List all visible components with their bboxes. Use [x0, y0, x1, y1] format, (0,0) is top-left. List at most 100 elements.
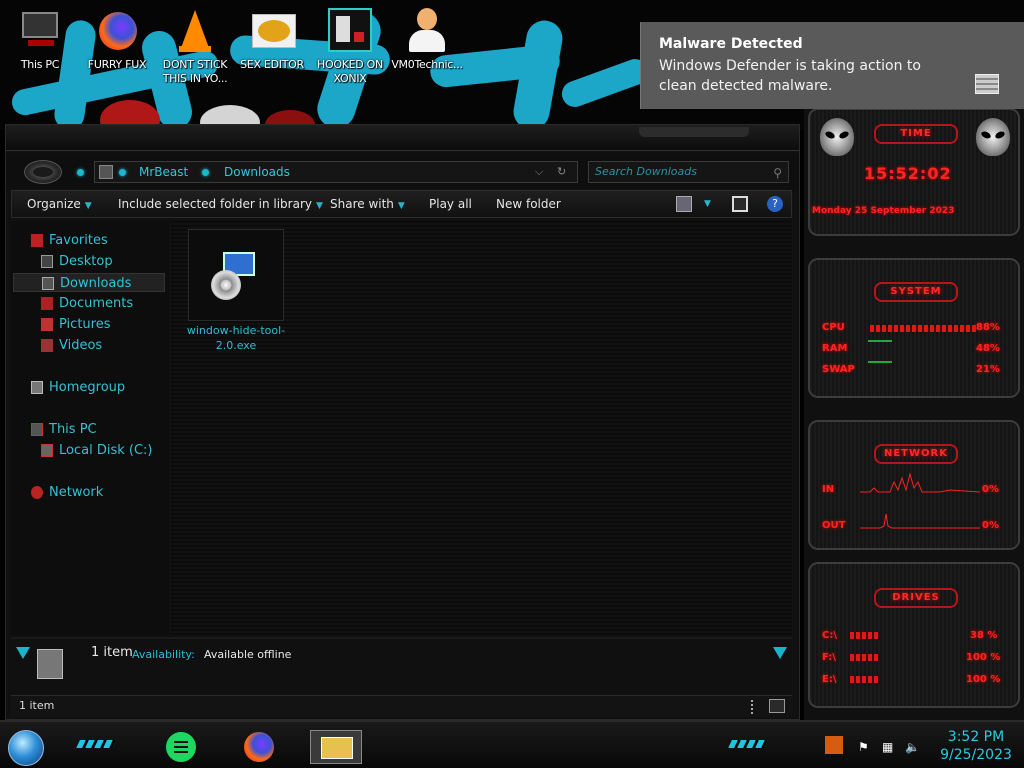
nav-local-disk[interactable]: Local Disk (C:): [11, 441, 163, 460]
desktop: This PC FURRY FUX DONT STICK THIS IN YO.…: [0, 0, 1024, 768]
large-icons-view-icon[interactable]: [769, 699, 785, 713]
share-with-button[interactable]: Share with ▼: [330, 197, 405, 211]
vlc-icon: [171, 6, 219, 54]
malware-notification-toast[interactable]: Malware Detected Windows Defender is tak…: [640, 22, 1024, 109]
window-title-bar[interactable]: [6, 125, 799, 151]
address-dropdown-icon[interactable]: ⌵: [535, 162, 543, 182]
help-icon[interactable]: ?: [767, 196, 783, 212]
ram-value: 48%: [976, 343, 1000, 354]
ram-label: RAM: [822, 343, 848, 354]
network-tray-icon[interactable]: ▦: [882, 740, 893, 754]
search-placeholder: Search Downloads: [595, 165, 697, 178]
pictures-folder-icon: [41, 318, 53, 331]
cpu-usage-bar: [870, 325, 976, 332]
desktop-icon-vm0technic[interactable]: VM0Technic...: [389, 6, 465, 72]
organize-button[interactable]: Organize ▼: [27, 197, 92, 211]
system-title: SYSTEM: [874, 282, 958, 302]
include-library-button[interactable]: Include selected folder in library ▼: [118, 197, 323, 211]
desktop-folder-icon: [41, 255, 53, 268]
deco-arrow-icon: [16, 647, 30, 659]
videos-folder-icon: [41, 339, 53, 352]
view-options-chevron-icon[interactable]: ▼: [704, 199, 711, 209]
desktop-icon-vlc[interactable]: DONT STICK THIS IN YO...: [157, 6, 233, 86]
clock-time: 3:52 PM: [947, 729, 1005, 745]
documents-folder-icon: [41, 297, 53, 310]
favorites-star-icon: [31, 234, 43, 247]
notes-app-icon[interactable]: [164, 730, 198, 764]
network-title: NETWORK: [874, 444, 958, 464]
forward-dot-icon[interactable]: [77, 169, 84, 176]
nav-homegroup[interactable]: Homegroup: [11, 378, 163, 397]
toast-title: Malware Detected: [659, 36, 803, 52]
drive-f-label: F:\: [822, 652, 836, 663]
drive-e-label: E:\: [822, 674, 837, 685]
time-gadget: TIME 15:52:02 Monday 25 September 2023: [808, 108, 1020, 236]
desktop-icon-sex-editor[interactable]: SEX EDITOR: [234, 6, 310, 72]
desktop-icon-label: VM0Technic...: [391, 58, 463, 71]
network-out-value: 0%: [982, 520, 999, 531]
back-button[interactable]: [24, 160, 62, 184]
swap-label: SWAP: [822, 364, 855, 375]
breadcrumb-separator-icon: [202, 169, 209, 176]
desktop-icon-furry-fux[interactable]: FURRY FUX: [79, 6, 155, 72]
installer-exe-icon: [211, 252, 259, 300]
nav-downloads[interactable]: Downloads: [13, 273, 165, 292]
ram-indicator: [868, 340, 892, 342]
status-bar: 1 item: [11, 695, 792, 717]
search-input[interactable]: Search Downloads ⚲: [588, 161, 789, 183]
network-out-label: OUT: [822, 520, 846, 531]
action-center-flag-icon[interactable]: ⚑: [858, 740, 869, 754]
desktop-icon-label: This PC: [20, 58, 60, 71]
availability-label: Availability:: [132, 648, 195, 661]
file-name-label[interactable]: window-hide-tool-2.0.exe: [183, 323, 289, 353]
file-explorer-icon[interactable]: [310, 730, 362, 764]
details-view-icon[interactable]: [751, 700, 761, 714]
preview-pane-icon[interactable]: [732, 196, 748, 212]
details-pane: 1 item Availability: Available offline: [11, 637, 792, 687]
nav-favorites[interactable]: Favorites: [11, 231, 163, 250]
nav-this-pc[interactable]: This PC: [11, 420, 163, 439]
desktop-icon-hooked-on-xonix[interactable]: HOOKED ON XONIX: [312, 6, 388, 86]
firefox-icon[interactable]: [242, 730, 276, 764]
gadget-date: Monday 25 September 2023: [812, 206, 955, 216]
breadcrumb-mrbeast[interactable]: MrBeast: [139, 162, 188, 182]
desktop-icon-label: SEX EDITOR: [240, 58, 304, 71]
nav-videos[interactable]: Videos: [11, 336, 163, 355]
nav-desktop[interactable]: Desktop: [11, 252, 163, 271]
desktop-icon-this-pc[interactable]: This PC: [2, 6, 78, 72]
taskbar: ⚑ ▦ 🔈 3:52 PM 9/25/2023: [0, 720, 1024, 768]
drive-c-label: C:\: [822, 630, 837, 641]
hard-drive-icon: [41, 444, 53, 457]
drives-gadget: DRIVES C:\ 38 % F:\ 100 % E:\ 100 %: [808, 562, 1020, 708]
drives-title: DRIVES: [874, 588, 958, 608]
start-button[interactable]: [8, 730, 44, 766]
breadcrumb-downloads[interactable]: Downloads: [224, 162, 290, 182]
new-folder-button[interactable]: New folder: [496, 197, 561, 211]
file-explorer-window: MrBeast Downloads ⌵ ↻ Search Downloads ⚲…: [5, 124, 800, 720]
tray-app-icon[interactable]: [825, 736, 843, 754]
drive-f-value: 100 %: [966, 652, 1001, 663]
firefox-icon: [93, 6, 141, 54]
address-bar[interactable]: MrBeast Downloads ⌵ ↻: [94, 161, 578, 183]
xonix-game-icon: [326, 6, 374, 54]
nav-documents[interactable]: Documents: [11, 294, 163, 313]
nav-network[interactable]: Network: [11, 483, 163, 502]
refresh-icon[interactable]: ↻: [557, 162, 566, 182]
drive-f-usage-bar: [850, 654, 880, 661]
cpu-label: CPU: [822, 322, 845, 333]
network-out-graph: [860, 513, 980, 529]
nav-pictures[interactable]: Pictures: [11, 315, 163, 334]
file-item[interactable]: [188, 229, 284, 321]
drive-e-usage-bar: [850, 676, 880, 683]
selected-item-thumbnail: [37, 649, 63, 679]
search-icon: ⚲: [773, 166, 782, 180]
change-view-icon[interactable]: [676, 196, 692, 212]
folder-location-icon: [99, 165, 113, 179]
status-item-count: 1 item: [19, 699, 55, 712]
downloads-folder-icon: [42, 277, 54, 290]
drive-e-value: 100 %: [966, 674, 1001, 685]
desktop-icon-label: FURRY FUX: [87, 58, 147, 71]
taskbar-clock[interactable]: 3:52 PM 9/25/2023: [936, 728, 1016, 764]
play-all-button[interactable]: Play all: [429, 197, 472, 211]
volume-icon[interactable]: 🔈: [905, 740, 920, 754]
